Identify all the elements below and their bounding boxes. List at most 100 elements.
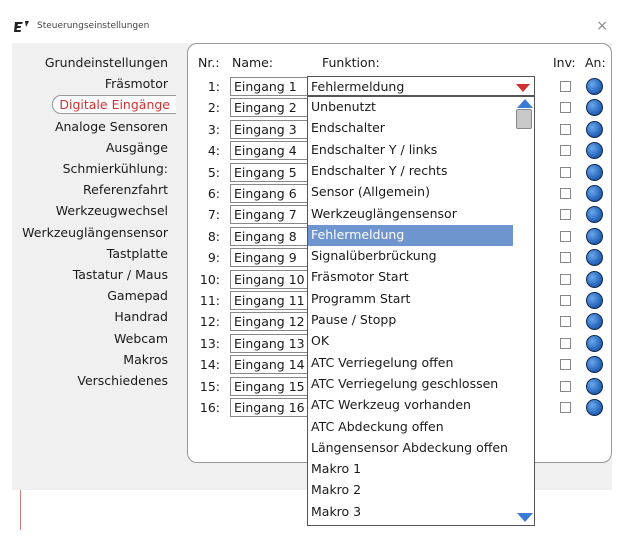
status-led-icon (586, 120, 603, 138)
function-option[interactable]: Fräsmotor Start (308, 267, 513, 288)
input-name-field[interactable] (230, 333, 316, 353)
sidebar-item-0[interactable]: Grundeinstellungen (12, 55, 168, 70)
header-inv: Inv: (553, 55, 576, 70)
sidebar-item-11[interactable]: Gamepad (12, 288, 168, 303)
invert-checkbox[interactable] (560, 337, 571, 349)
invert-checkbox[interactable] (560, 273, 571, 285)
settings-window: Steuerungseinstellungen × Grundeinstellu… (0, 0, 625, 542)
status-led-icon (586, 142, 603, 160)
sidebar-item-15[interactable]: Verschiedenes (12, 373, 168, 388)
invert-checkbox[interactable] (560, 188, 571, 199)
function-select-value: Fehlermeldung (311, 79, 405, 94)
sidebar-item-4[interactable]: Ausgänge (12, 140, 168, 155)
row-number: 2: (207, 100, 220, 116)
input-name-field[interactable] (230, 398, 316, 417)
function-option[interactable]: Endschalter (308, 118, 513, 139)
row-number: 6: (207, 186, 220, 201)
sidebar-item-8[interactable]: Werkzeuglängensensor (12, 225, 168, 240)
invert-checkbox[interactable] (560, 209, 571, 221)
status-led-icon (586, 185, 603, 202)
row-number: 13: (199, 335, 220, 351)
sidebar-item-14[interactable]: Makros (12, 352, 168, 367)
input-name-field[interactable] (230, 248, 316, 268)
status-led-icon (586, 163, 603, 181)
invert-checkbox[interactable] (560, 402, 571, 413)
function-option[interactable]: Signalüberbrückung (308, 246, 513, 267)
invert-checkbox[interactable] (560, 359, 571, 371)
function-option[interactable]: Pause / Stopp (308, 310, 513, 331)
status-led-icon (586, 377, 603, 395)
status-led-icon (586, 313, 603, 331)
invert-checkbox[interactable] (560, 295, 571, 306)
invert-checkbox[interactable] (560, 145, 571, 157)
input-name-field[interactable] (230, 141, 316, 161)
footer-divider (20, 490, 21, 530)
function-option[interactable]: Fehlermeldung (308, 224, 513, 246)
input-name-field[interactable] (230, 119, 316, 139)
function-option[interactable]: ATC Abdeckung offen (308, 417, 513, 438)
input-name-field[interactable] (230, 291, 316, 310)
invert-checkbox[interactable] (560, 230, 571, 242)
function-dropdown-list[interactable]: Unbenutzt Endschalter Endschalter Y / link… (307, 96, 535, 526)
invert-checkbox[interactable] (560, 102, 571, 114)
row-number: 9: (207, 250, 220, 266)
function-option[interactable]: Längensensor Abdeckung offen (308, 438, 513, 459)
invert-checkbox[interactable] (560, 380, 571, 392)
dropdown-scrollbar[interactable] (514, 97, 534, 525)
invert-checkbox[interactable] (560, 166, 571, 178)
status-led-icon (586, 249, 603, 267)
function-option[interactable]: Sensor (Allgemein) (308, 182, 513, 203)
sidebar-item-9[interactable]: Tastplatte (12, 246, 168, 261)
input-name-field[interactable] (230, 376, 316, 396)
status-led-icon (586, 270, 603, 288)
function-option[interactable]: ATC Verriegelung geschlossen (308, 374, 513, 395)
sidebar-item-7[interactable]: Werkzeugwechsel (12, 203, 168, 218)
header-function: Funktion: (322, 55, 380, 70)
input-name-field[interactable] (230, 98, 316, 118)
function-option[interactable]: Endschalter Y / rechts (308, 161, 513, 182)
sidebar-item-5[interactable]: Schmierkühlung: (12, 161, 168, 176)
function-option[interactable]: Makro 2 (308, 480, 513, 501)
header-nr: Nr.: (198, 55, 220, 70)
sidebar-item-2[interactable]: Digitale Eingänge (52, 95, 176, 115)
function-option[interactable]: Unbenutzt (308, 97, 513, 118)
input-name-field[interactable] (230, 226, 316, 246)
input-name-field[interactable] (230, 269, 316, 289)
input-name-field[interactable] (230, 205, 316, 225)
invert-checkbox[interactable] (560, 81, 571, 92)
chevron-down-icon[interactable] (516, 84, 530, 92)
function-option[interactable]: ATC Werkzeug vorhanden (308, 395, 513, 416)
input-name-field[interactable] (230, 184, 316, 203)
status-led-icon (586, 356, 603, 374)
sidebar-item-13[interactable]: Webcam (12, 331, 168, 346)
input-name-field[interactable] (230, 162, 316, 182)
sidebar-item-10[interactable]: Tastatur / Maus (12, 267, 168, 282)
row-number: 3: (207, 121, 220, 137)
invert-checkbox[interactable] (560, 252, 571, 264)
close-icon[interactable]: × (596, 18, 608, 34)
scroll-down-arrow-icon[interactable] (517, 513, 533, 522)
row-number: 15: (199, 378, 220, 394)
status-led-icon (586, 206, 603, 224)
input-name-field[interactable] (230, 355, 316, 375)
input-name-field[interactable] (230, 77, 316, 96)
function-option[interactable]: Programm Start (308, 289, 513, 310)
header-name: Name: (232, 55, 274, 70)
function-option[interactable]: Makro 3 (308, 502, 513, 523)
sidebar-item-6[interactable]: Referenzfahrt (12, 182, 168, 197)
sidebar-item-3[interactable]: Analoge Sensoren (12, 119, 168, 134)
function-option[interactable]: Werkzeuglängensensor (308, 204, 513, 225)
scroll-thumb[interactable] (516, 109, 532, 129)
function-select-row-1[interactable]: Fehlermeldung (307, 76, 535, 96)
function-option[interactable]: Endschalter Y / links (308, 140, 513, 161)
invert-checkbox[interactable] (560, 123, 571, 135)
function-option[interactable]: Makro 1 (308, 459, 513, 480)
invert-checkbox[interactable] (560, 316, 571, 328)
sidebar-item-1[interactable]: Fräsmotor (12, 76, 168, 91)
input-name-field[interactable] (230, 312, 316, 332)
function-option[interactable]: ATC Verriegelung offen (308, 353, 513, 374)
function-option[interactable]: OK (308, 331, 513, 352)
settings-sidebar: Grundeinstellungen Fräsmotor Digitale Eing… (12, 43, 187, 463)
sidebar-item-12[interactable]: Handrad (12, 309, 168, 324)
scroll-up-arrow-icon[interactable] (517, 99, 533, 108)
